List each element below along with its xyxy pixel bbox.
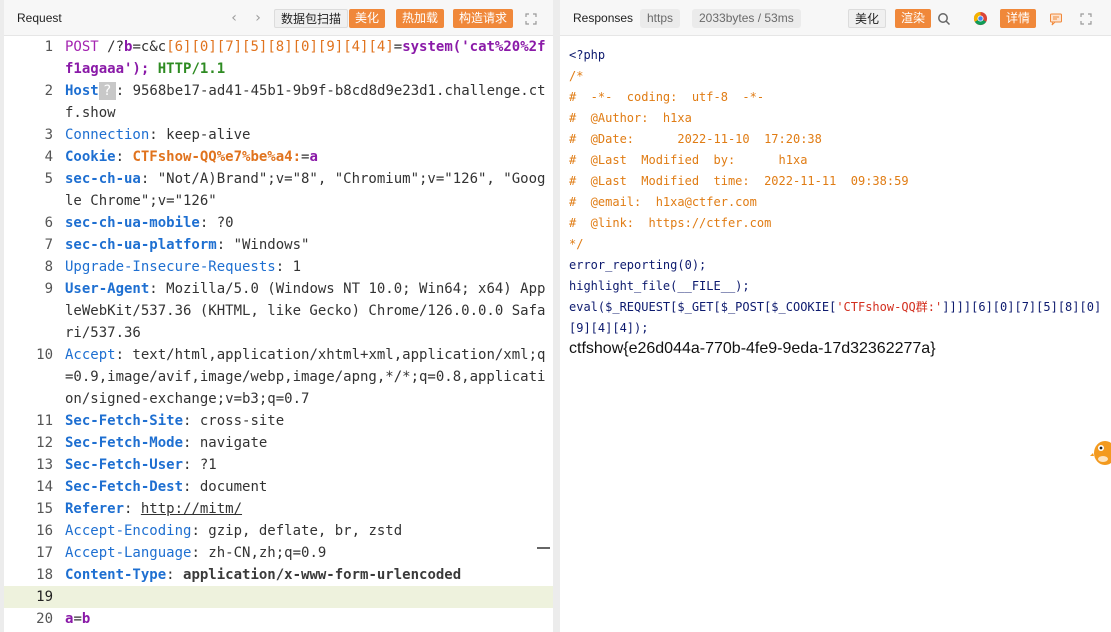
request-title: Request	[17, 11, 62, 25]
code-line: 1 POST /?b=c&c[6][0][7][5][8][0][9][4][4…	[44, 39, 546, 77]
editor-scroll-marker	[537, 547, 550, 549]
response-title: Responses	[573, 11, 634, 25]
request-pane: Request ‹ › 数据包扫描 美化 热加载 构造请求 1 POST /?b…	[4, 0, 553, 632]
mascot-icon	[1089, 437, 1111, 467]
flag-output: ctfshow{e26d044a-770b-4fe9-9eda-17d32362…	[569, 340, 936, 357]
unknown-char-icon: ?	[98, 82, 116, 100]
code-line: 13 Sec-Fetch-User: ?1	[36, 457, 217, 473]
code-line: 20 a=b	[36, 611, 91, 627]
response-beautify-button[interactable]: 美化	[848, 9, 887, 28]
hot-load-button[interactable]: 热加载	[396, 9, 445, 28]
code-line: 14 Sec-Fetch-Dest: document	[36, 479, 268, 495]
response-line: highlight_file(__FILE__);	[569, 279, 750, 293]
response-line: # -*- coding: utf-8 -*-	[569, 90, 765, 104]
chrome-icon[interactable]	[971, 9, 990, 28]
code-line-active: 19	[4, 586, 553, 608]
code-line: 15 Referer: http://mitm/	[36, 501, 243, 517]
code-line: 8 Upgrade-Insecure-Requests: 1	[44, 259, 302, 275]
back-arrow-icon[interactable]: ‹	[226, 9, 242, 27]
code-line: 17 Accept-Language: zh-CN,zh;q=0.9	[36, 545, 327, 561]
packet-scan-button[interactable]: 数据包扫描	[274, 9, 349, 28]
response-line: # @Last Modified time: 2022-11-11 09:38:…	[569, 174, 909, 188]
code-line: 5 sec-ch-ua: "Not/A)Brand";v="8", "Chrom…	[44, 171, 546, 209]
expand-icon[interactable]	[1076, 9, 1095, 28]
code-line: 7 sec-ch-ua-platform: "Windows"	[44, 237, 310, 253]
code-line: 2 Host?: 9568be17-ad41-45b1-9b9f-b8cd8d9…	[44, 82, 546, 121]
code-line: 6 sec-ch-ua-mobile: ?0	[44, 215, 234, 231]
eval-line-cont: [9][4][4]);	[569, 321, 649, 335]
comment-icon[interactable]	[1046, 9, 1065, 28]
eval-line: eval($_REQUEST[$_GET[$_POST[$_COOKIE['CT…	[569, 300, 1102, 314]
request-editor[interactable]: 1 POST /?b=c&c[6][0][7][5][8][0][9][4][4…	[4, 36, 553, 632]
code-line: 4 Cookie: CTFshow-QQ%e7%be%a4:=a	[44, 149, 318, 165]
referer-link[interactable]: http://mitm/	[141, 501, 242, 517]
details-button[interactable]: 详情	[1000, 9, 1037, 28]
code-line: 11 Sec-Fetch-Site: cross-site	[36, 413, 285, 429]
response-line: # @Date: 2022-11-10 17:20:38	[569, 132, 822, 146]
response-toolbar: Responses https 2033bytes / 53ms 美化 渲染 详…	[560, 0, 1111, 36]
size-time-badge: 2033bytes / 53ms	[692, 9, 801, 28]
code-line: 18 Content-Type: application/x-www-form-…	[36, 567, 462, 583]
response-line: <?php	[569, 48, 606, 62]
response-line: error_reporting(0);	[569, 258, 707, 272]
code-line: 9 User-Agent: Mozilla/5.0 (Windows NT 10…	[44, 281, 546, 341]
code-line: 16 Accept-Encoding: gzip, deflate, br, z…	[36, 523, 403, 539]
expand-icon[interactable]	[521, 9, 540, 28]
response-line: # @Author: h1xa	[569, 111, 692, 125]
forward-arrow-icon[interactable]: ›	[250, 9, 266, 27]
code-line: 3 Connection: keep-alive	[44, 127, 251, 143]
response-pane: Responses https 2033bytes / 53ms 美化 渲染 详…	[560, 0, 1111, 632]
build-request-button[interactable]: 构造请求	[453, 9, 514, 28]
response-line: /*	[569, 69, 584, 83]
render-button[interactable]: 渲染	[895, 9, 932, 28]
response-body[interactable]: <?php /* # -*- coding: utf-8 -*- # @Auth…	[569, 36, 1111, 632]
response-line: # @link: https://ctfer.com	[569, 216, 772, 230]
request-toolbar: Request ‹ › 数据包扫描 美化 热加载 构造请求	[4, 0, 553, 36]
response-line: # @Last Modified by: h1xa	[569, 153, 808, 167]
code-line: 12 Sec-Fetch-Mode: navigate	[36, 435, 268, 451]
code-line: 10 Accept: text/html,application/xhtml+x…	[36, 347, 546, 407]
response-line: */	[569, 237, 584, 251]
beautify-button[interactable]: 美化	[349, 9, 386, 28]
response-line: # @email: h1xa@ctfer.com	[569, 195, 757, 209]
protocol-badge: https	[640, 9, 681, 28]
search-icon[interactable]	[934, 9, 953, 28]
